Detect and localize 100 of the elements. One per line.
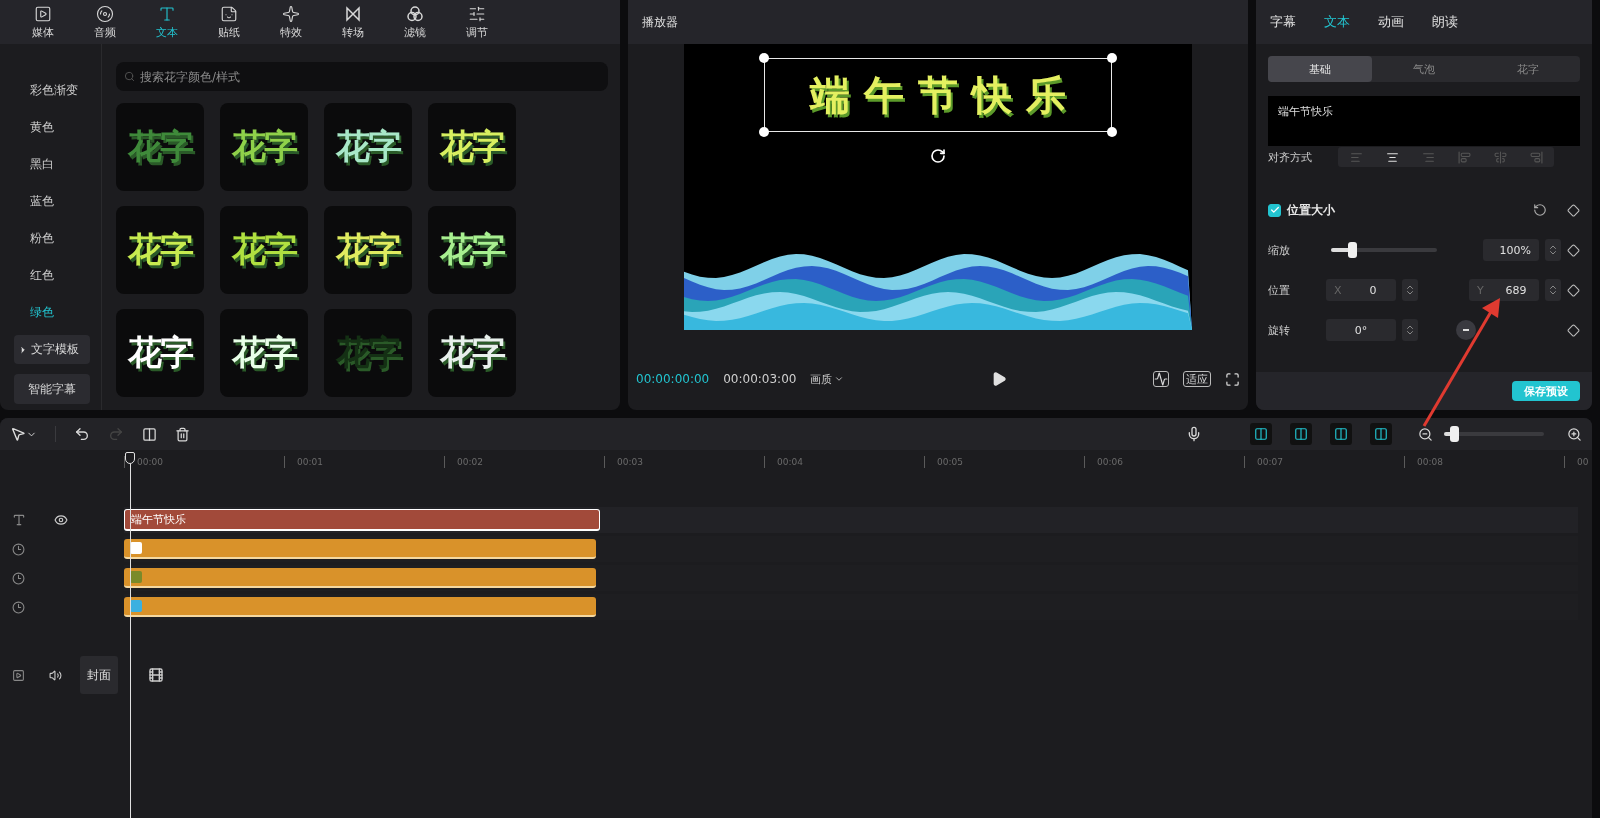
x-field[interactable]: X 0	[1326, 279, 1396, 301]
snap-toggle-button[interactable]	[1330, 423, 1352, 445]
media-tab[interactable]: 转场	[324, 0, 382, 44]
media-tab[interactable]: 文本	[138, 0, 196, 44]
text-style-tile[interactable]: 花字	[116, 103, 204, 191]
subtab[interactable]: 花字	[1476, 56, 1580, 82]
rotation-field[interactable]: 0°	[1326, 319, 1396, 341]
scale-field[interactable]: 100%	[1483, 239, 1539, 261]
category-button[interactable]: 文字模板	[14, 334, 90, 365]
text-style-tile[interactable]: 花字	[220, 309, 308, 397]
sparkle-icon	[282, 4, 300, 23]
snap-toggle-button[interactable]	[1250, 423, 1272, 445]
checkbox[interactable]	[1268, 203, 1281, 217]
stepper-button[interactable]	[1402, 279, 1418, 301]
zoom-out-button[interactable]	[1418, 426, 1433, 442]
sticker-clip[interactable]	[124, 597, 596, 617]
zoom-out-icon	[1418, 426, 1433, 442]
rotate-icon[interactable]	[930, 148, 946, 164]
undo-button[interactable]	[74, 426, 90, 442]
search-field[interactable]: 搜索花字颜色/样式	[116, 62, 608, 91]
reset-icon[interactable]	[1533, 203, 1547, 217]
inspector-tab[interactable]: 文本	[1324, 13, 1350, 31]
category-item[interactable]: 红色	[12, 256, 101, 294]
select-tool-button[interactable]	[10, 426, 37, 442]
panel-title: 播放器	[642, 13, 678, 31]
tile-label: 花字	[232, 331, 296, 374]
snap-toggle-button[interactable]	[1290, 423, 1312, 445]
text-input[interactable]: 端午节快乐	[1268, 96, 1580, 146]
delete-button[interactable]	[175, 426, 190, 442]
subtab[interactable]: 基础	[1268, 56, 1372, 82]
fullscreen-button[interactable]	[1225, 371, 1240, 387]
ruler-label: 00:04	[764, 456, 924, 468]
snap-toggle-button[interactable]	[1370, 423, 1392, 445]
ruler-label: 00:06	[1084, 456, 1244, 468]
category-item[interactable]: 绿色	[12, 293, 101, 331]
text-style-tile[interactable]: 花字	[428, 309, 516, 397]
stepper-button[interactable]	[1545, 239, 1561, 261]
selection-box[interactable]: 端午节快乐	[764, 58, 1112, 132]
rotation-dial[interactable]	[1456, 320, 1476, 340]
category-item[interactable]: 粉色	[12, 219, 101, 257]
search-icon	[124, 71, 135, 82]
inspector-tab[interactable]: 朗读	[1432, 13, 1458, 31]
inspector-tab[interactable]: 动画	[1378, 13, 1404, 31]
waveform-button[interactable]	[1153, 371, 1169, 387]
category-item[interactable]: 黑白	[12, 145, 101, 183]
category-item[interactable]: 蓝色	[12, 182, 101, 220]
ruler-label: 00:01	[284, 456, 444, 468]
align-icon	[1529, 150, 1543, 164]
media-tab[interactable]: 滤镜	[386, 0, 444, 44]
resize-handle[interactable]	[1107, 53, 1117, 63]
text-clip[interactable]: 端午节快乐	[124, 509, 600, 531]
ruler-label: 00:08	[1404, 456, 1564, 468]
media-tab[interactable]: 贴纸	[200, 0, 258, 44]
audio-icon[interactable]	[49, 668, 62, 682]
keyframe-icon[interactable]	[1567, 323, 1580, 337]
tile-label: 花字	[128, 125, 192, 168]
category-button[interactable]: 智能字幕	[14, 374, 90, 404]
cover-button[interactable]: 封面	[80, 656, 118, 694]
media-tab[interactable]: 媒体	[14, 0, 72, 44]
fit-button[interactable]: 适应	[1183, 371, 1211, 387]
ruler-label: 00:03	[604, 456, 764, 468]
category-item[interactable]: 黄色	[12, 108, 101, 146]
subtab[interactable]: 气泡	[1372, 56, 1476, 82]
text-style-tile[interactable]: 花字	[220, 206, 308, 294]
zoom-in-button[interactable]	[1567, 426, 1582, 442]
sticker-clip[interactable]	[124, 539, 596, 559]
visibility-icon[interactable]	[54, 513, 68, 527]
pointer-icon	[10, 426, 26, 442]
quality-dropdown[interactable]: 画质	[810, 371, 845, 387]
tile-label: 花字	[128, 228, 192, 271]
microphone-button[interactable]	[1186, 426, 1202, 442]
text-style-tile[interactable]: 花字	[428, 206, 516, 294]
resize-handle[interactable]	[1107, 127, 1117, 137]
resize-handle[interactable]	[759, 127, 769, 137]
text-style-tile[interactable]: 花字	[220, 103, 308, 191]
category-item[interactable]: 彩色渐变	[12, 72, 101, 109]
media-tab[interactable]: 特效	[262, 0, 320, 44]
text-style-tile[interactable]: 花字	[428, 103, 516, 191]
keyframe-icon[interactable]	[1567, 203, 1580, 217]
media-tab[interactable]: 调节	[448, 0, 506, 44]
sticker-clip[interactable]	[124, 568, 596, 588]
ruler-label: 00:05	[924, 456, 1084, 468]
waveform-icon	[1154, 372, 1168, 386]
split-button[interactable]	[142, 426, 157, 442]
text-style-tile[interactable]: 花字	[324, 206, 412, 294]
inspector-tab[interactable]: 字幕	[1270, 13, 1296, 31]
resize-handle[interactable]	[759, 53, 769, 63]
keyframe-icon[interactable]	[1567, 243, 1580, 257]
stepper-button[interactable]	[1402, 319, 1418, 341]
text-style-tile[interactable]: 花字	[324, 103, 412, 191]
keyframe-icon[interactable]	[1567, 283, 1580, 297]
media-tab[interactable]: 音频	[76, 0, 134, 44]
up-down-chevron-icon	[1404, 284, 1416, 296]
text-style-tile[interactable]: 花字	[116, 206, 204, 294]
film-icon[interactable]	[148, 667, 164, 683]
text-style-tile[interactable]: 花字	[116, 309, 204, 397]
undo-icon	[74, 426, 90, 442]
y-field[interactable]: Y 689	[1469, 279, 1539, 301]
stepper-button[interactable]	[1545, 279, 1561, 301]
current-time: 00:00:00:00	[636, 372, 710, 386]
